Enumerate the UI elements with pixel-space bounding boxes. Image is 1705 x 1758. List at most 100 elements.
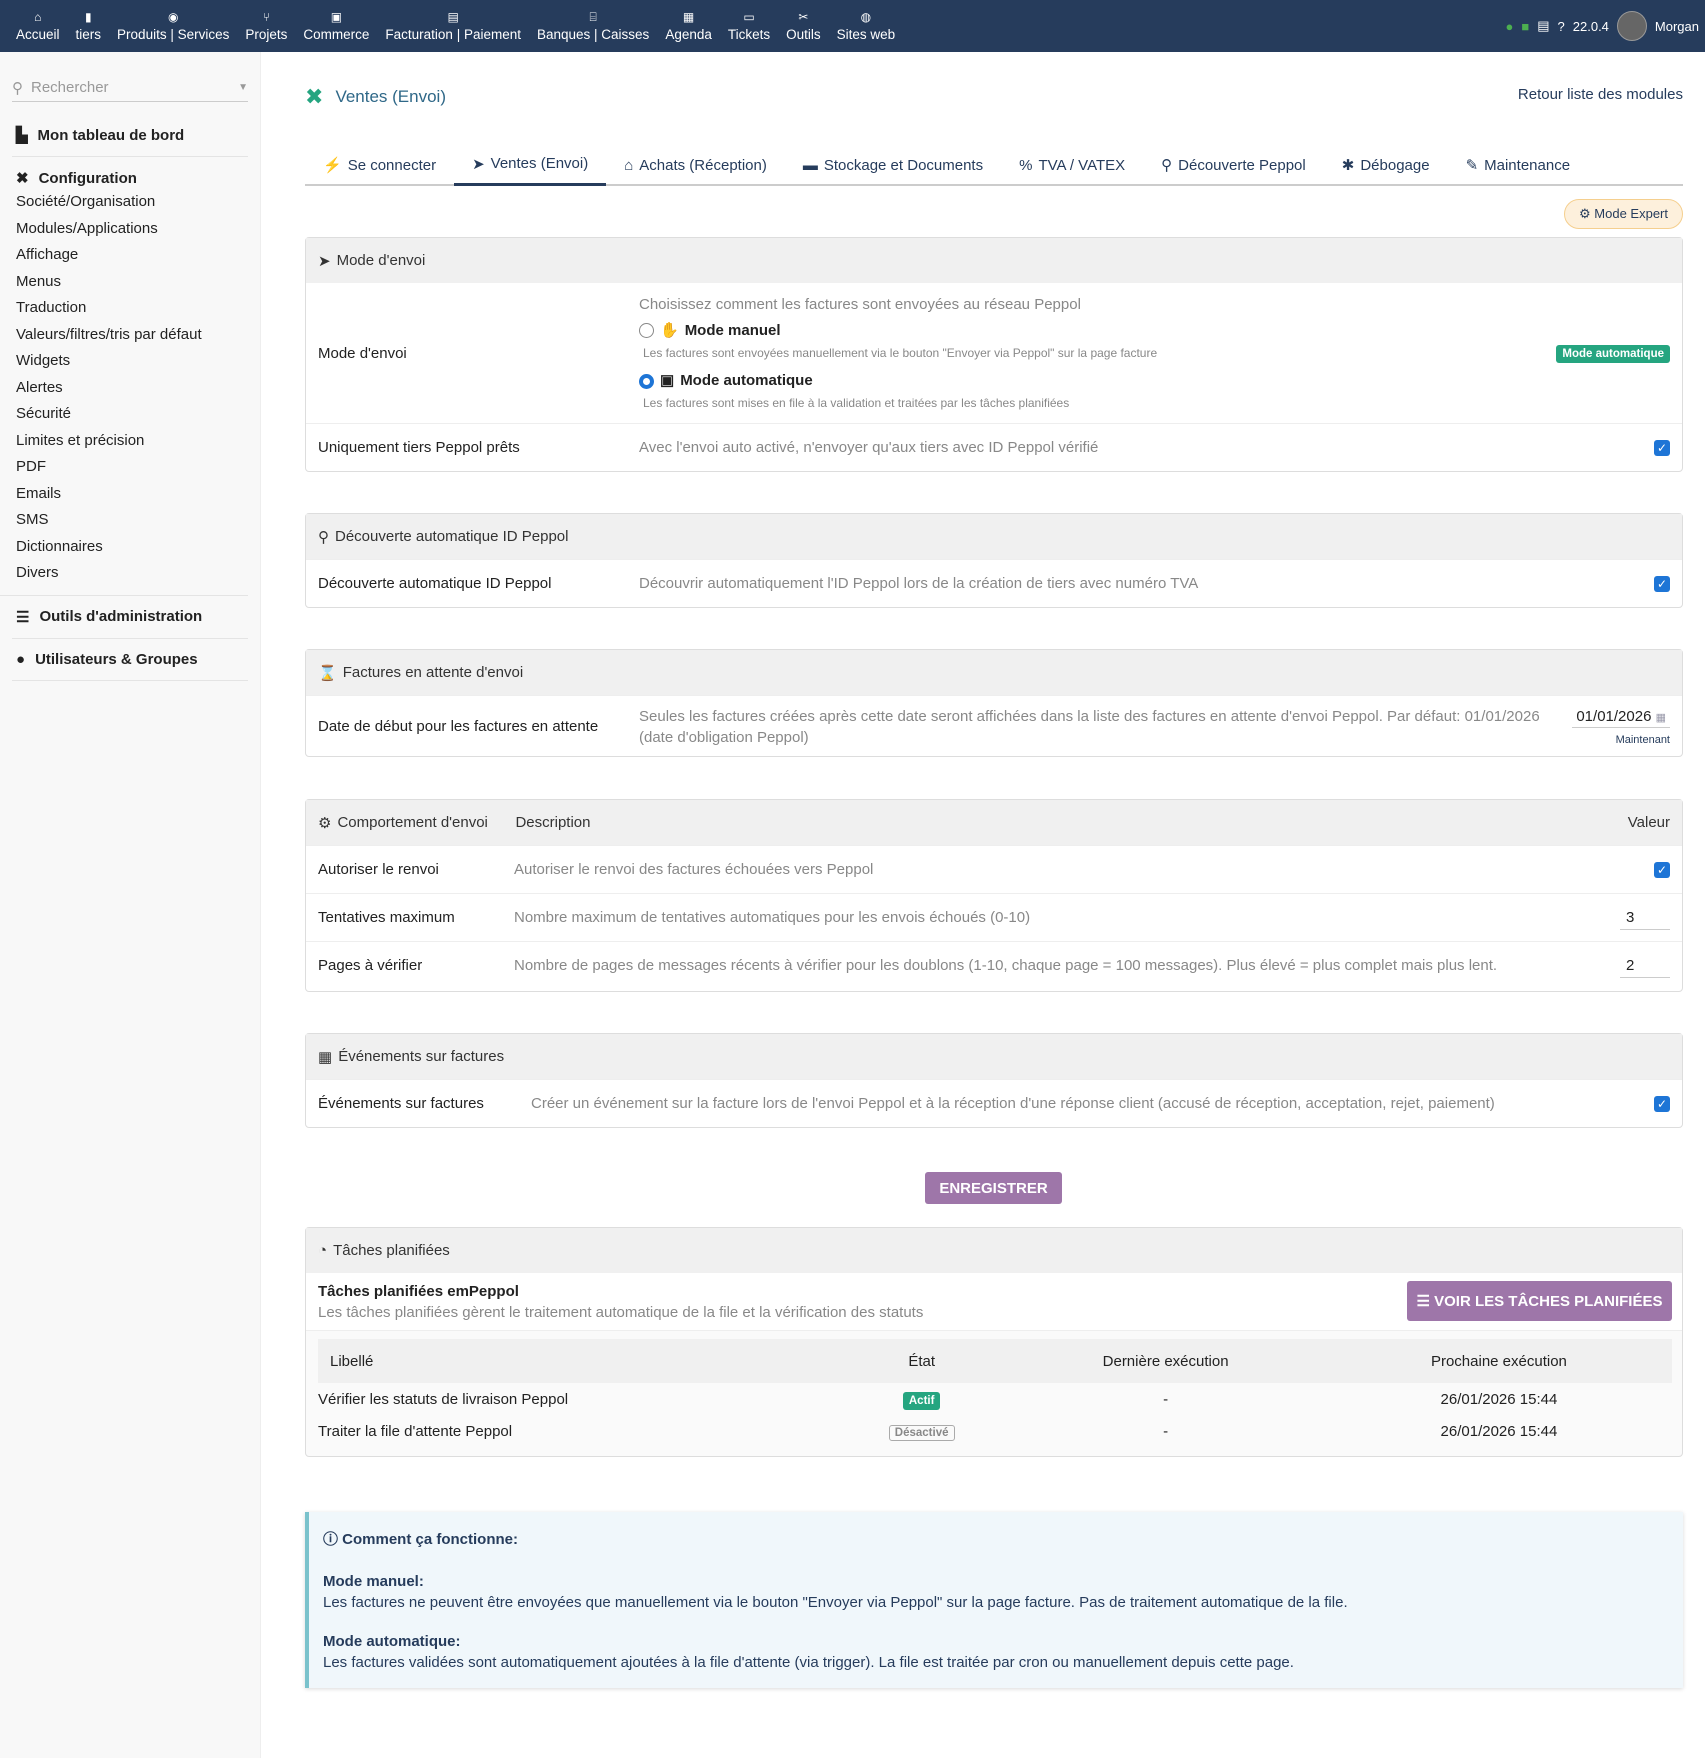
tools-icon: ✖ — [305, 84, 324, 109]
menu-icon: ▮ — [84, 9, 92, 24]
chart-icon: ▙ — [16, 127, 28, 144]
status-badge: Mode automatique — [1556, 345, 1670, 363]
user-icon: ● — [16, 650, 26, 668]
sidebar-dashboard[interactable]: ▙ Mon tableau de bord — [12, 114, 248, 157]
tab-bar: ⚡ Se connecter ➤ Ventes (Envoi) ⌂ Achats (Réc… — [305, 144, 1683, 186]
topnav-item[interactable]: ▤ Facturation | Paiement — [377, 0, 529, 52]
tab-icon: ⚡ — [323, 157, 342, 174]
topnav-item[interactable]: ⌂ Accueil — [8, 0, 68, 52]
sidebar: ⚲ Rechercher ▼ ▙ Mon tableau de bord ✖ Confi… — [0, 52, 261, 1758]
tab-icon: ▬ — [802, 156, 818, 174]
radio-mode-automatique[interactable] — [639, 373, 654, 389]
sidebar-admin[interactable]: ☰ Outils d'administration — [12, 596, 248, 639]
robot-icon[interactable]: ■ — [1521, 19, 1529, 34]
max-attempts-input[interactable]: 3 — [1620, 906, 1670, 930]
sidebar-link[interactable]: SMS — [0, 507, 248, 534]
topnav-item[interactable]: ✂ Outils — [778, 0, 829, 52]
topnav-item[interactable]: ▦ Agenda — [657, 0, 720, 52]
menu-icon: ⌸ — [589, 9, 597, 24]
tab[interactable]: ⚲ Découverte Peppol — [1143, 144, 1324, 186]
menu-icon: ▣ — [330, 9, 343, 24]
avatar[interactable] — [1616, 11, 1647, 41]
search-icon: ⚲ — [12, 79, 23, 97]
hourglass-icon: ⌛ — [318, 664, 337, 682]
menu-icon: ◍ — [860, 9, 872, 24]
radio-mode-manuel[interactable] — [639, 323, 654, 339]
section-pending: ⌛ Factures en attente d'envoi Date de déb… — [305, 649, 1683, 757]
tab-icon: ⚲ — [1161, 157, 1173, 174]
peppol-ready-checkbox[interactable]: ✓ — [1654, 439, 1670, 456]
back-to-modules-link[interactable]: Retour liste des modules — [1518, 86, 1683, 103]
date-input[interactable]: 01/01/2026 — [1576, 708, 1651, 725]
discovery-checkbox[interactable]: ✓ — [1654, 575, 1670, 592]
help-icon[interactable]: ? — [1558, 19, 1565, 34]
sidebar-link[interactable]: Divers — [0, 560, 248, 587]
calendar-icon[interactable]: ▦ — [1656, 712, 1666, 724]
info-box: ⓘ Comment ça fonctionne: Mode manuel: Le… — [305, 1512, 1683, 1688]
info-icon: ⓘ — [323, 1531, 343, 1548]
gears-icon: ⚙ — [318, 814, 332, 832]
gears-icon: ⚙ — [1579, 206, 1595, 221]
sidebar-link[interactable]: Widgets — [0, 348, 248, 375]
section-mode-envoi: ➤ Mode d'envoi Mode d'envoi Choisissez co… — [305, 237, 1683, 472]
tab[interactable]: ▬ Stockage et Documents — [785, 144, 1001, 186]
mode-expert-button[interactable]: ⚙ Mode Expert — [1564, 199, 1683, 229]
section-discovery: ⚲ Découverte automatique ID Peppol Découv… — [305, 513, 1683, 608]
search-input[interactable]: ⚲ Rechercher ▼ — [12, 74, 248, 102]
tab[interactable]: ✎ Maintenance — [1448, 144, 1588, 186]
sidebar-link[interactable]: Dictionnaires — [0, 534, 248, 561]
server-icon: ☰ — [16, 608, 30, 626]
tab[interactable]: % TVA / VATEX — [1001, 144, 1143, 186]
section-behaviour: ⚙ Comportement d'envoi Description Valeur A… — [305, 799, 1683, 992]
table-row: Traiter la file d'attente Peppol Désactiv… — [318, 1422, 1558, 1441]
clock-icon: ◔ — [318, 1242, 328, 1259]
calendar-check-icon: ▦ — [318, 1048, 333, 1066]
sidebar-link[interactable]: Alertes — [0, 375, 248, 402]
menu-icon: ▭ — [743, 9, 755, 24]
tab-icon: ➤ — [472, 155, 485, 173]
topnav-item[interactable]: ▣ Commerce — [295, 0, 377, 52]
paper-plane-icon: ➤ — [318, 252, 331, 270]
tab[interactable]: ✱ Débogage — [1324, 144, 1448, 186]
save-button[interactable]: ENREGISTRER — [925, 1172, 1062, 1204]
topnav-item[interactable]: ◍ Sites web — [829, 0, 904, 52]
tab-icon: ✱ — [1341, 157, 1355, 174]
sidebar-link[interactable]: Valeurs/filtres/tris par défaut — [0, 322, 248, 349]
menu-icon: ⑂ — [262, 9, 270, 24]
table-row: Vérifier les statuts de livraison Peppol… — [318, 1390, 1558, 1410]
view-scheduled-tasks-button[interactable]: ☰ VOIR LES TÂCHES PLANIFIÉES — [1407, 1281, 1672, 1321]
menu-icon: ✂ — [798, 9, 809, 24]
allow-resend-checkbox[interactable]: ✓ — [1654, 861, 1670, 878]
sidebar-config[interactable]: ✖ Configuration — [12, 157, 248, 189]
section-scheduled-tasks: ◔ Tâches planifiées Tâches planifiées emP… — [305, 1227, 1683, 1457]
tab[interactable]: ⌂ Achats (Réception) — [606, 144, 785, 186]
sidebar-link[interactable]: PDF — [0, 454, 248, 481]
sidebar-link[interactable]: Société/Organisation — [0, 189, 248, 216]
pages-input[interactable]: 2 — [1620, 954, 1670, 978]
sidebar-link[interactable]: Emails — [0, 481, 248, 508]
sidebar-link[interactable]: Affichage — [0, 242, 248, 269]
sidebar-users[interactable]: ● Utilisateurs & Groupes — [12, 639, 248, 681]
topnav-item[interactable]: ⑂ Projets — [237, 0, 295, 52]
topnav-item[interactable]: ⌸ Banques | Caisses — [529, 0, 657, 52]
page-title: ✖ Ventes (Envoi) — [305, 84, 446, 109]
robot-icon: ▣ — [660, 372, 675, 389]
tab[interactable]: ➤ Ventes (Envoi) — [454, 144, 607, 186]
user-menu[interactable]: Morgan — [1655, 19, 1699, 34]
sidebar-link[interactable]: Traduction — [0, 295, 248, 322]
tools-icon: ✖ — [16, 170, 29, 187]
tab[interactable]: ⚡ Se connecter — [305, 144, 454, 186]
now-link[interactable]: Maintenant — [1572, 734, 1670, 746]
menu-icon: ⌂ — [34, 9, 42, 24]
sidebar-link[interactable]: Modules/Applications — [0, 216, 248, 243]
print-icon[interactable]: ▤ — [1537, 18, 1549, 34]
sidebar-link[interactable]: Menus — [0, 269, 248, 296]
chat-icon[interactable]: ● — [1506, 19, 1514, 34]
topnav-item[interactable]: ▭ Tickets — [720, 0, 778, 52]
sidebar-link[interactable]: Limites et précision — [0, 428, 248, 455]
topnav-item[interactable]: ◉ Produits | Services — [109, 0, 237, 52]
events-checkbox[interactable]: ✓ — [1654, 1095, 1670, 1112]
chevron-down-icon: ▼ — [238, 82, 248, 93]
sidebar-link[interactable]: Sécurité — [0, 401, 248, 428]
topnav-item[interactable]: ▮ tiers — [68, 0, 110, 52]
